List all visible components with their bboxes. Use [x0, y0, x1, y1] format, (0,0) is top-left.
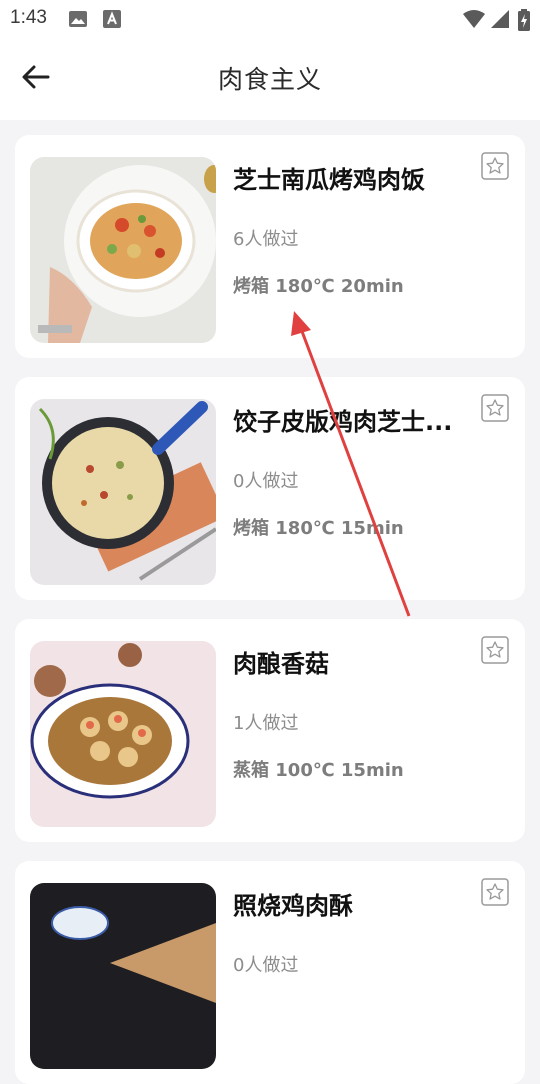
recipe-title: 照烧鸡肉酥	[233, 892, 353, 920]
made-count: 6人做过	[233, 229, 299, 250]
a-badge-icon	[102, 9, 122, 33]
cook-info: 烤箱 180℃ 20min	[233, 276, 404, 297]
favorite-button[interactable]	[481, 394, 509, 422]
favorite-button[interactable]	[481, 878, 509, 906]
recipe-card[interactable]: 芝士南瓜烤鸡肉饭 6人做过 烤箱 180℃ 20min	[15, 135, 525, 358]
recipe-title: 芝士南瓜烤鸡肉饭	[233, 166, 425, 194]
recipe-thumbnail	[30, 641, 216, 827]
favorite-button[interactable]	[481, 636, 509, 664]
recipe-card[interactable]: 肉酿香菇 1人做过 蒸箱 100℃ 15min	[15, 619, 525, 842]
made-count: 0人做过	[233, 471, 299, 492]
app-bar: 肉食主义	[0, 38, 540, 120]
battery-icon	[518, 9, 530, 35]
made-count: 1人做过	[233, 713, 299, 734]
favorite-star-icon	[481, 878, 509, 910]
signal-icon	[490, 9, 510, 33]
cook-info: 蒸箱 100℃ 15min	[233, 760, 404, 781]
status-bar: 1:43	[0, 0, 540, 38]
cook-info: 烤箱 180℃ 15min	[233, 518, 404, 539]
favorite-star-icon	[481, 394, 509, 426]
favorite-button[interactable]	[481, 152, 509, 180]
image-icon	[68, 9, 88, 33]
recipe-title: 饺子皮版鸡肉芝士...	[233, 408, 453, 436]
recipe-thumbnail	[30, 883, 216, 1069]
wifi-icon	[462, 9, 486, 33]
favorite-star-icon	[481, 152, 509, 184]
page-title: 肉食主义	[217, 65, 322, 94]
recipe-thumbnail	[30, 157, 216, 343]
status-time: 1:43	[10, 7, 47, 28]
recipe-card[interactable]: 饺子皮版鸡肉芝士... 0人做过 烤箱 180℃ 15min	[15, 377, 525, 600]
recipe-card[interactable]: 照烧鸡肉酥 0人做过	[15, 861, 525, 1084]
made-count: 0人做过	[233, 955, 299, 976]
favorite-star-icon	[481, 636, 509, 668]
recipe-thumbnail	[30, 399, 216, 585]
recipe-title: 肉酿香菇	[233, 650, 329, 678]
